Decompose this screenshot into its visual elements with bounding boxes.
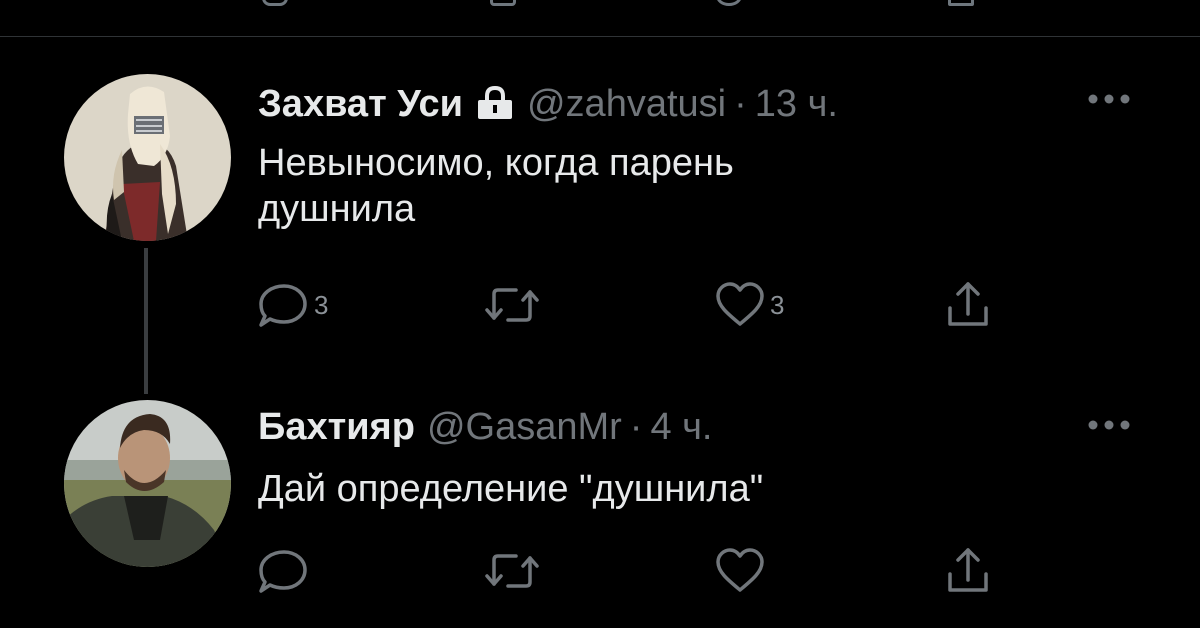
user-handle[interactable]: @zahvatusi [527, 83, 726, 126]
more-options-icon[interactable] [1086, 418, 1132, 432]
reply-icon[interactable] [262, 0, 288, 6]
share-button[interactable] [946, 546, 990, 596]
share-icon[interactable] [948, 0, 974, 6]
retweet-icon [485, 554, 539, 588]
more-options-icon[interactable] [1086, 92, 1132, 106]
previous-tweet-actions [0, 0, 1200, 36]
share-button[interactable] [946, 280, 990, 330]
avatar-image [64, 74, 231, 241]
tweet-divider [0, 36, 1200, 37]
heart-icon [716, 282, 764, 326]
reply-button[interactable] [258, 546, 314, 596]
heart-icon [716, 548, 764, 592]
like-button[interactable] [714, 546, 770, 596]
tweet-header: Бахтияр @GasanMr · 4 ч. [258, 406, 712, 452]
avatar-image [64, 400, 231, 567]
tweet-text-line: Дай определение "душнила" [258, 468, 764, 510]
tweet-text: Невыносимо, когда парень душнила [258, 140, 1018, 232]
tweet-header: Захват Уси @zahvatusi · 13 ч. [258, 82, 838, 128]
timestamp[interactable]: 4 ч. [650, 406, 712, 449]
avatar[interactable] [64, 74, 231, 241]
separator-dot: · [734, 83, 747, 125]
separator-dot: · [629, 406, 643, 448]
like-count: 3 [770, 289, 785, 320]
share-icon [948, 282, 988, 326]
lock-icon [475, 85, 515, 120]
tweet-actions: 3 3 [258, 280, 1018, 330]
display-name[interactable]: Бахтияр [258, 406, 415, 449]
retweet-button[interactable] [484, 280, 544, 330]
tweet-text-line: душнила [258, 188, 416, 230]
retweet-button[interactable] [484, 546, 544, 596]
timestamp[interactable]: 13 ч. [755, 83, 838, 126]
user-handle[interactable]: @GasanMr [427, 406, 622, 449]
reply-count: 3 [314, 289, 329, 320]
heart-icon[interactable] [716, 0, 742, 6]
tweet-text-line: Невыносимо, когда парень [258, 142, 734, 184]
display-name[interactable]: Захват Уси [258, 83, 463, 126]
reply-button[interactable]: 3 [258, 280, 328, 330]
thread-connector-line [144, 248, 148, 394]
tweet-text: Дай определение "душнила" [258, 466, 1018, 512]
tweet-actions [258, 546, 1018, 596]
reply-icon [259, 550, 307, 593]
avatar[interactable] [64, 400, 231, 567]
share-icon [948, 548, 988, 592]
reply-icon [259, 284, 307, 327]
retweet-icon [485, 288, 539, 322]
retweet-icon[interactable] [490, 0, 516, 6]
like-button[interactable]: 3 [714, 280, 784, 330]
